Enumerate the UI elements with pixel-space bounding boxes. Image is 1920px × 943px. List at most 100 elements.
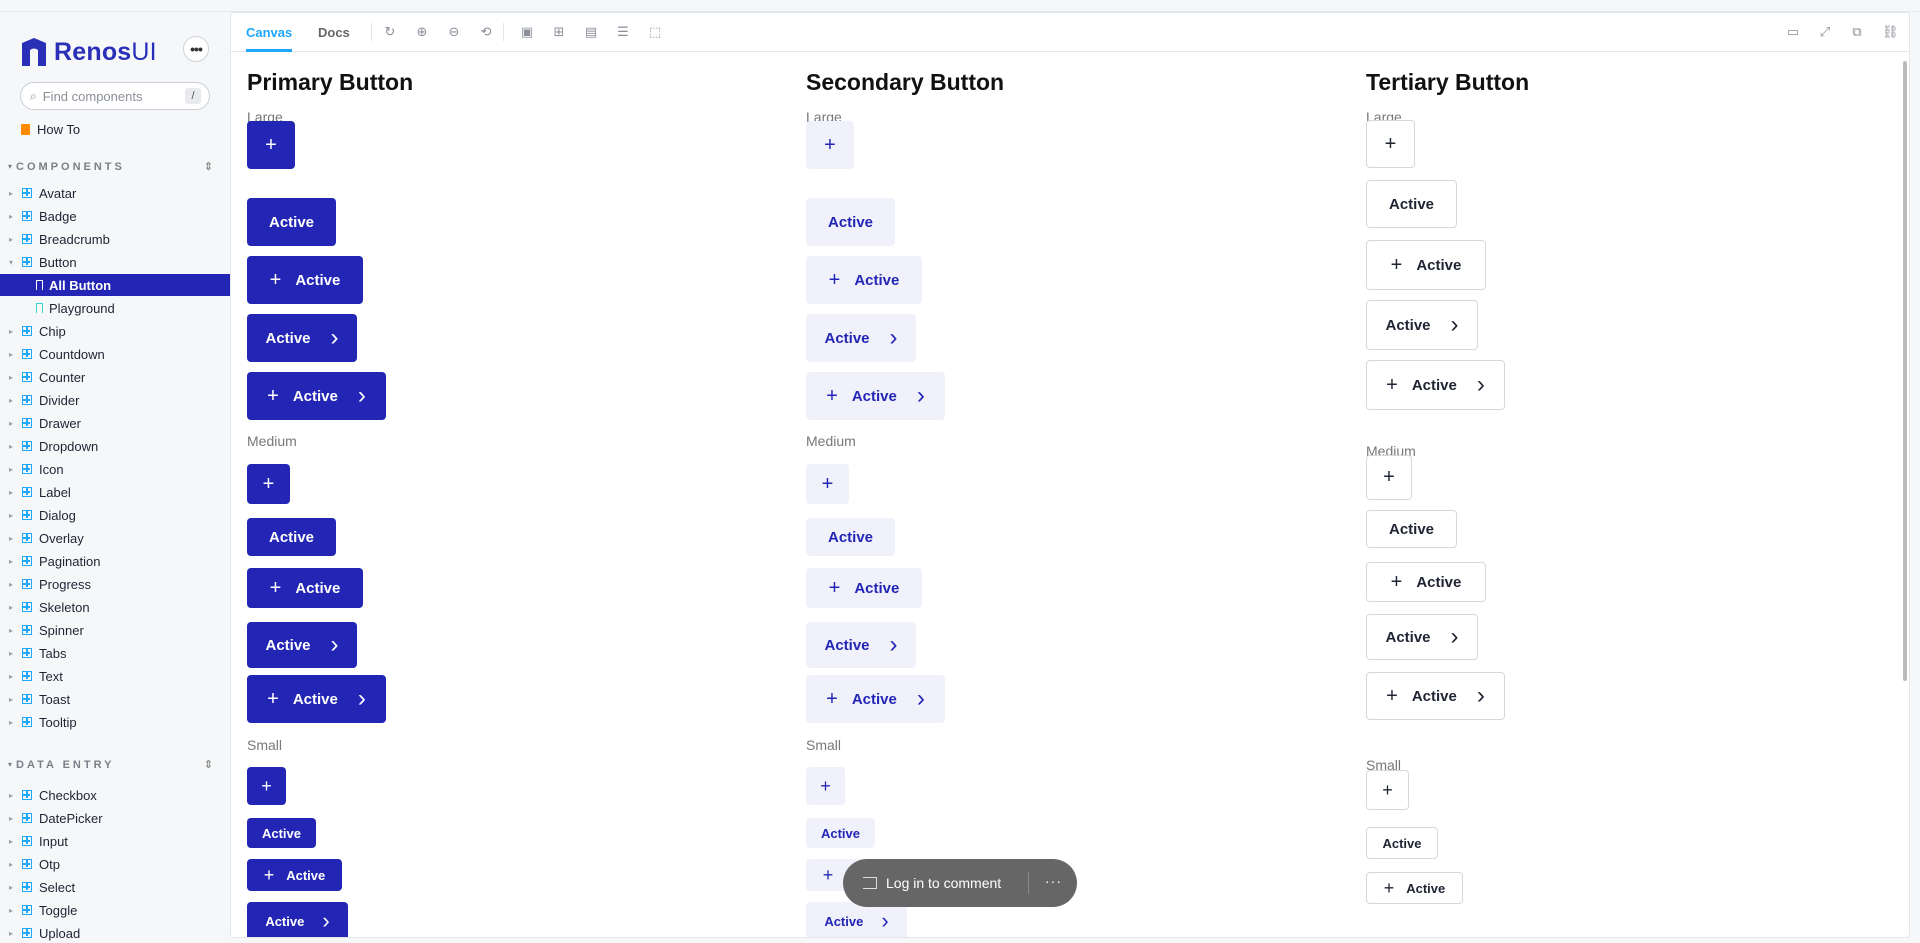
trailing-icon-button[interactable]: Active ›	[247, 622, 357, 668]
sidebar-item-icon[interactable]: ▸ Icon	[0, 458, 230, 480]
sidebar-item-breadcrumb[interactable]: ▸ Breadcrumb	[0, 228, 230, 250]
section-components[interactable]: ▾ COMPONENTS ⇕	[8, 160, 213, 174]
text-button[interactable]: Active	[247, 198, 336, 246]
both-icons-button[interactable]: + Active ›	[806, 675, 945, 723]
sidebar-item-drawer[interactable]: ▸ Drawer	[0, 412, 230, 434]
leading-icon-button[interactable]: + Active	[806, 256, 922, 304]
trailing-icon-button[interactable]: Active ›	[806, 314, 916, 362]
sidebar-item-how-to[interactable]: How To	[0, 118, 230, 140]
sidebar-item-dropdown[interactable]: ▸ Dropdown	[0, 435, 230, 457]
sidebar-item-spinner[interactable]: ▸ Spinner	[0, 619, 230, 641]
both-icons-button[interactable]: + Active ›	[806, 372, 945, 420]
open-new-tab-icon[interactable]: ⧉	[1850, 25, 1864, 39]
sidebar-item-pagination[interactable]: ▸ Pagination	[0, 550, 230, 572]
leading-icon-button[interactable]: + Active	[247, 256, 363, 304]
login-to-comment-button[interactable]: Log in to comment	[886, 875, 1001, 891]
sidebar-item-input[interactable]: ▸ Input	[0, 830, 230, 852]
sidebar-item-text[interactable]: ▸ Text	[0, 665, 230, 687]
icon-button[interactable]: +	[247, 121, 295, 169]
both-icons-button[interactable]: + Active ›	[247, 372, 386, 420]
sidebar-item-label[interactable]: ▸ Label	[0, 481, 230, 503]
icon-button[interactable]: +	[806, 121, 854, 169]
text-button[interactable]: Active	[1366, 510, 1457, 548]
icon-button[interactable]: +	[1366, 455, 1412, 500]
panel-toggle-icon[interactable]: ▭	[1786, 25, 1800, 39]
icon-button[interactable]: +	[806, 464, 849, 504]
both-icons-button[interactable]: + Active ›	[1366, 672, 1505, 720]
search-input[interactable]: ⌕ Find components /	[20, 82, 210, 110]
icon-button[interactable]: +	[1366, 770, 1409, 810]
leading-icon-button[interactable]: + Active	[1366, 562, 1486, 602]
sidebar-item-checkbox[interactable]: ▸ Checkbox	[0, 784, 230, 806]
reload-icon[interactable]: ↻	[383, 25, 397, 39]
sidebar-item-tooltip[interactable]: ▸ Tooltip	[0, 711, 230, 733]
sidebar-item-tabs[interactable]: ▸ Tabs	[0, 642, 230, 664]
leading-icon-button[interactable]: + Active	[1366, 240, 1486, 290]
sidebar-item-chip[interactable]: ▸ Chip	[0, 320, 230, 342]
text-button[interactable]: Active	[806, 198, 895, 246]
sidebar-item-counter[interactable]: ▸ Counter	[0, 366, 230, 388]
zoom-in-icon[interactable]: ⊕	[415, 25, 429, 39]
sidebar-item-select[interactable]: ▸ Select	[0, 876, 230, 898]
zoom-reset-icon[interactable]: ⟲	[479, 25, 493, 39]
chevron-right-icon: ›	[1476, 682, 1485, 709]
leading-icon-button[interactable]: + Active	[1366, 872, 1463, 904]
sidebar-item-toast[interactable]: ▸ Toast	[0, 688, 230, 710]
both-icons-button[interactable]: + Active ›	[247, 675, 386, 723]
text-button[interactable]: Active	[806, 518, 895, 556]
column-title: Primary Button	[247, 69, 414, 95]
sidebar-item-overlay[interactable]: ▸ Overlay	[0, 527, 230, 549]
text-button[interactable]: Active	[1366, 180, 1457, 228]
sidebar-item-button[interactable]: ▾ Button	[0, 251, 230, 273]
expand-arrow-icon: ▸	[9, 418, 14, 428]
sidebar-item-progress[interactable]: ▸ Progress	[0, 573, 230, 595]
collapse-toggle-icon[interactable]: ⇕	[204, 160, 213, 173]
trailing-icon-button[interactable]: Active ›	[806, 622, 916, 668]
sidebar-item-otp[interactable]: ▸ Otp	[0, 853, 230, 875]
sidebar-item-countdown[interactable]: ▸ Countdown	[0, 343, 230, 365]
sidebar-item-avatar[interactable]: ▸ Avatar	[0, 182, 230, 204]
fullscreen-icon[interactable]: ⤢	[1818, 25, 1832, 39]
measure-icon[interactable]: ☰	[616, 25, 630, 39]
zoom-out-icon[interactable]: ⊖	[447, 25, 461, 39]
trailing-icon-button[interactable]: Active ›	[247, 314, 357, 362]
viewport-icon[interactable]: ▤	[584, 25, 598, 39]
logo[interactable]: RenosUI	[20, 36, 157, 68]
icon-button[interactable]: +	[247, 464, 290, 504]
sidebar-menu-button[interactable]: •••	[183, 36, 209, 62]
tab-canvas[interactable]: Canvas	[246, 13, 293, 52]
sidebar-item-skeleton[interactable]: ▸ Skeleton	[0, 596, 230, 618]
trailing-icon-button[interactable]: Active ›	[806, 902, 907, 937]
icon-button[interactable]: +	[1366, 120, 1415, 168]
trailing-icon-button[interactable]: Active ›	[247, 902, 348, 937]
trailing-icon-button[interactable]: Active ›	[1366, 300, 1478, 350]
sidebar-item-badge[interactable]: ▸ Badge	[0, 205, 230, 227]
leading-icon-button[interactable]: + Active	[247, 859, 342, 891]
text-button[interactable]: Active	[806, 818, 875, 848]
sidebar-item-datepicker[interactable]: ▸ DatePicker	[0, 807, 230, 829]
text-button[interactable]: Active	[1366, 827, 1438, 859]
both-icons-button[interactable]: + Active ›	[1366, 360, 1505, 410]
sidebar-story-playground[interactable]: Playground	[0, 297, 230, 319]
section-data-entry[interactable]: ▾ DATA ENTRY ⇕	[8, 758, 213, 772]
background-icon[interactable]: ▣	[520, 25, 534, 39]
sidebar-story-all-button[interactable]: All Button	[0, 274, 230, 296]
grid-icon[interactable]: ⊞	[552, 25, 566, 39]
leading-icon-button[interactable]: + Active	[806, 568, 922, 608]
sidebar-item-toggle[interactable]: ▸ Toggle	[0, 899, 230, 921]
collapse-toggle-icon[interactable]: ⇕	[204, 758, 213, 771]
leading-icon-button[interactable]: + Active	[247, 568, 363, 608]
copy-link-icon[interactable]: ⛓	[1882, 25, 1899, 39]
text-button[interactable]: Active	[247, 818, 316, 848]
trailing-icon-button[interactable]: Active ›	[1366, 614, 1478, 660]
outline-icon[interactable]: ⬚	[648, 25, 662, 39]
tab-docs[interactable]: Docs	[318, 13, 350, 52]
icon-button[interactable]: +	[247, 767, 286, 805]
sidebar-item-upload[interactable]: ▸ Upload	[0, 922, 230, 943]
sidebar-item-divider[interactable]: ▸ Divider	[0, 389, 230, 411]
icon-button[interactable]: +	[806, 767, 845, 805]
more-options-icon[interactable]: ···	[1045, 873, 1062, 889]
scrollbar[interactable]	[1903, 61, 1907, 681]
sidebar-item-dialog[interactable]: ▸ Dialog	[0, 504, 230, 526]
text-button[interactable]: Active	[247, 518, 336, 556]
